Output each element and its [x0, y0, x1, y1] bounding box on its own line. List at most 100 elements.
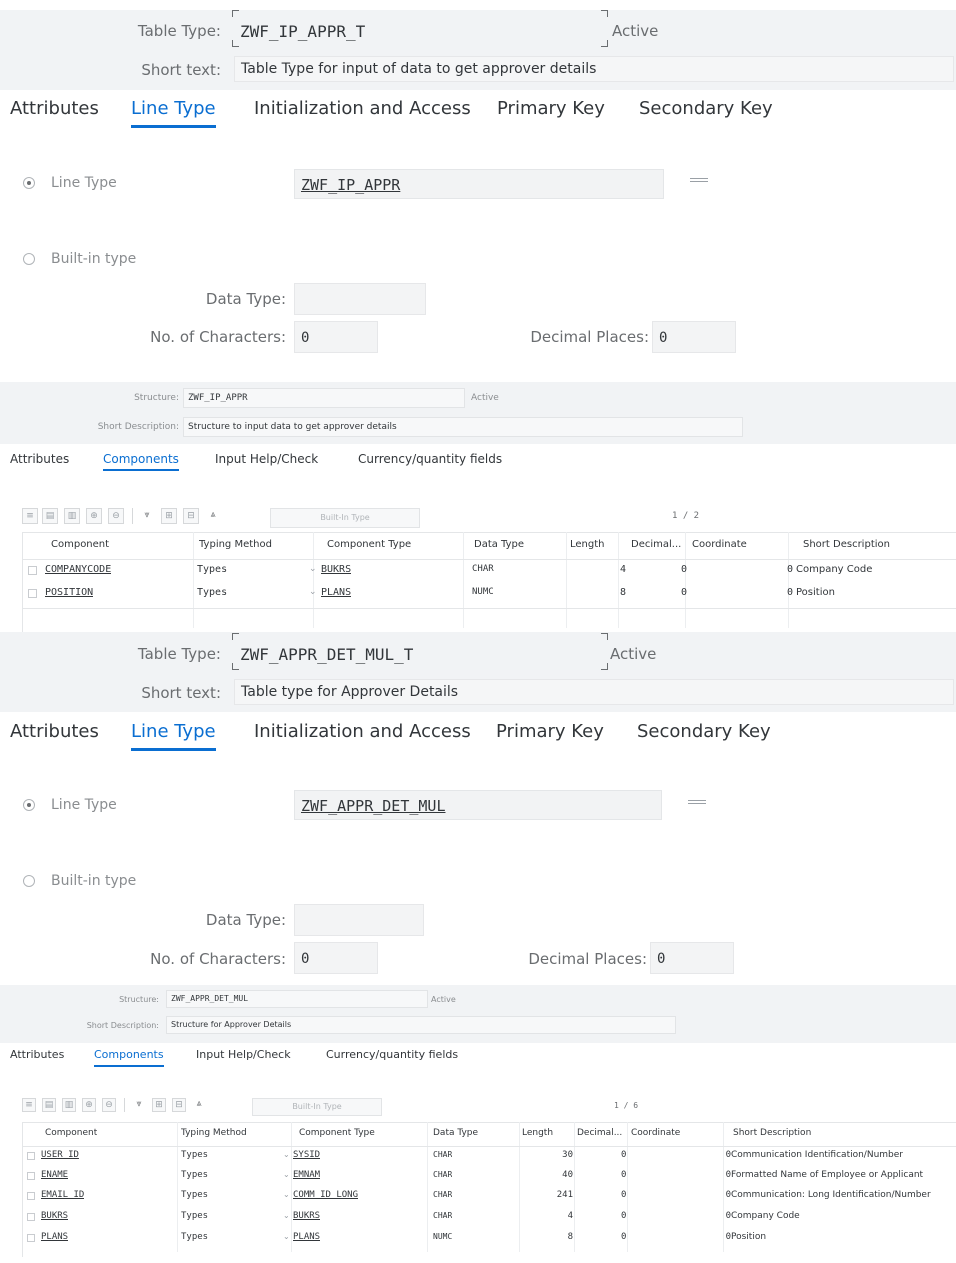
col-length[interactable]: Length	[522, 1128, 553, 1138]
short-text-input[interactable]: Table type for Approver Details	[234, 679, 954, 705]
component-type-cell[interactable]: BUKRS	[321, 564, 351, 575]
builtin-type-button[interactable]: Built-In Type	[270, 508, 420, 528]
decimal-places-input[interactable]: 0	[652, 321, 736, 353]
table-row[interactable]: EMAIL_ID Types ⌄ COMM_ID_LONG CHAR 241 0…	[23, 1190, 956, 1208]
line-type-radio[interactable]	[23, 799, 35, 811]
insert-row-icon[interactable]: ⊕	[82, 1098, 96, 1112]
builtin-type-radio[interactable]	[23, 875, 35, 887]
scroll-bottom-icon[interactable]: ⩔	[132, 1098, 146, 1112]
row-selector[interactable]	[27, 1152, 35, 1160]
component-type-cell[interactable]: BUKRS	[293, 1211, 320, 1221]
structure-input[interactable]: ZWF_IP_APPR	[183, 388, 465, 408]
tab-input-help-check[interactable]: Input Help/Check	[196, 1048, 291, 1061]
dropdown-icon[interactable]: ⌄	[309, 587, 317, 597]
component-type-cell[interactable]: SYSID	[293, 1150, 320, 1160]
typing-cell[interactable]: Types	[197, 564, 227, 575]
no-characters-input[interactable]: 0	[294, 942, 378, 974]
col-component[interactable]: Component	[45, 1128, 97, 1138]
component-type-cell[interactable]: PLANS	[293, 1232, 320, 1242]
component-cell[interactable]: BUKRS	[41, 1211, 68, 1221]
data-type-input[interactable]	[294, 283, 426, 315]
copy-icon[interactable]: ▤	[42, 508, 58, 524]
tab-attributes[interactable]: Attributes	[10, 98, 99, 119]
tab-currency-quantity[interactable]: Currency/quantity fields	[326, 1048, 458, 1061]
table-row[interactable]: POSITION Types ⌄ PLANS NUMC 8 0 0 Positi…	[23, 587, 956, 607]
table-row[interactable]: PLANS Types ⌄ PLANS NUMC 8 0 0 Position	[23, 1232, 956, 1250]
short-description-input[interactable]: Structure for Approver Details	[166, 1016, 676, 1034]
typing-cell[interactable]: Types	[181, 1211, 208, 1221]
dropdown-icon[interactable]: ⌄	[309, 564, 317, 574]
row-selector[interactable]	[27, 1192, 35, 1200]
col-typing-method[interactable]: Typing Method	[181, 1128, 247, 1138]
tab-initialization-access[interactable]: Initialization and Access	[254, 721, 471, 742]
row-selector[interactable]	[27, 1213, 35, 1221]
component-cell[interactable]: COMPANYCODE	[45, 564, 111, 575]
table-row[interactable]: ENAME Types ⌄ EMNAM CHAR 40 0 0 Formatte…	[23, 1170, 956, 1188]
tab-primary-key[interactable]: Primary Key	[496, 721, 604, 742]
tab-primary-key[interactable]: Primary Key	[497, 98, 605, 119]
tab-input-help-check[interactable]: Input Help/Check	[215, 452, 318, 466]
component-type-cell[interactable]: EMNAM	[293, 1170, 320, 1180]
col-component[interactable]: Component	[51, 539, 109, 550]
line-type-input[interactable]: ZWF_IP_APPR	[294, 169, 664, 199]
component-cell[interactable]: USER_ID	[41, 1150, 79, 1160]
data-type-input[interactable]	[294, 904, 424, 936]
where-used-icon[interactable]	[690, 178, 708, 182]
col-decimals[interactable]: Decimal...	[631, 539, 681, 550]
typing-cell[interactable]: Types	[197, 587, 227, 598]
tab-components[interactable]: Components	[103, 452, 179, 471]
typing-cell[interactable]: Types	[181, 1170, 208, 1180]
short-text-input[interactable]: Table Type for input of data to get appr…	[234, 56, 954, 82]
tab-currency-quantity[interactable]: Currency/quantity fields	[358, 452, 502, 466]
scroll-top-icon[interactable]: ⩓	[192, 1098, 206, 1112]
col-short-description[interactable]: Short Description	[733, 1128, 811, 1138]
tab-line-type[interactable]: Line Type	[131, 721, 216, 751]
tab-secondary-key[interactable]: Secondary Key	[637, 721, 771, 742]
col-data-type[interactable]: Data Type	[474, 539, 524, 550]
col-coordinate[interactable]: Coordinate	[631, 1128, 680, 1138]
select-all-icon[interactable]: ≡	[22, 508, 38, 524]
component-cell[interactable]: POSITION	[45, 587, 93, 598]
tab-attributes[interactable]: Attributes	[10, 721, 99, 742]
dropdown-icon[interactable]: ⌄	[283, 1232, 290, 1241]
dropdown-icon[interactable]: ⌄	[283, 1211, 290, 1220]
typing-cell[interactable]: Types	[181, 1232, 208, 1242]
collapse-icon[interactable]: ⊟	[172, 1098, 186, 1112]
paste-icon[interactable]: ▥	[62, 1098, 76, 1112]
collapse-icon[interactable]: ⊟	[183, 508, 199, 524]
dropdown-icon[interactable]: ⌄	[283, 1150, 290, 1159]
line-type-radio[interactable]	[23, 177, 35, 189]
short-description-input[interactable]: Structure to input data to get approver …	[183, 417, 743, 437]
typing-cell[interactable]: Types	[181, 1190, 208, 1200]
component-cell[interactable]: ENAME	[41, 1170, 68, 1180]
select-all-icon[interactable]: ≡	[22, 1098, 36, 1112]
dropdown-icon[interactable]: ⌄	[283, 1190, 290, 1199]
tab-attributes[interactable]: Attributes	[10, 1048, 64, 1061]
col-typing-method[interactable]: Typing Method	[199, 539, 272, 550]
line-type-input[interactable]: ZWF_APPR_DET_MUL	[294, 790, 662, 820]
copy-icon[interactable]: ▤	[42, 1098, 56, 1112]
row-selector[interactable]	[27, 1172, 35, 1180]
component-type-cell[interactable]: COMM_ID_LONG	[293, 1190, 358, 1200]
component-type-cell[interactable]: PLANS	[321, 587, 351, 598]
tab-secondary-key[interactable]: Secondary Key	[639, 98, 773, 119]
table-type-input[interactable]: ZWF_IP_APPR_T	[240, 20, 605, 46]
table-row[interactable]: BUKRS Types ⌄ BUKRS CHAR 4 0 0 Company C…	[23, 1211, 956, 1229]
col-decimals[interactable]: Decimal...	[577, 1128, 622, 1138]
table-row[interactable]: COMPANYCODE Types ⌄ BUKRS CHAR 4 0 0 Com…	[23, 564, 956, 584]
row-selector[interactable]	[27, 1234, 35, 1242]
insert-row-icon[interactable]: ⊕	[86, 508, 102, 524]
col-component-type[interactable]: Component Type	[327, 539, 411, 550]
table-row[interactable]: USER_ID Types ⌄ SYSID CHAR 30 0 0 Commun…	[23, 1150, 956, 1168]
typing-cell[interactable]: Types	[181, 1150, 208, 1160]
expand-icon[interactable]: ⊞	[161, 508, 177, 524]
tab-components[interactable]: Components	[94, 1048, 164, 1067]
col-length[interactable]: Length	[570, 539, 605, 550]
decimal-places-input[interactable]: 0	[650, 942, 734, 974]
scroll-bottom-icon[interactable]: ⩔	[139, 508, 155, 524]
component-cell[interactable]: PLANS	[41, 1232, 68, 1242]
dropdown-icon[interactable]: ⌄	[283, 1170, 290, 1179]
delete-row-icon[interactable]: ⊖	[102, 1098, 116, 1112]
paste-icon[interactable]: ▥	[64, 508, 80, 524]
expand-icon[interactable]: ⊞	[152, 1098, 166, 1112]
